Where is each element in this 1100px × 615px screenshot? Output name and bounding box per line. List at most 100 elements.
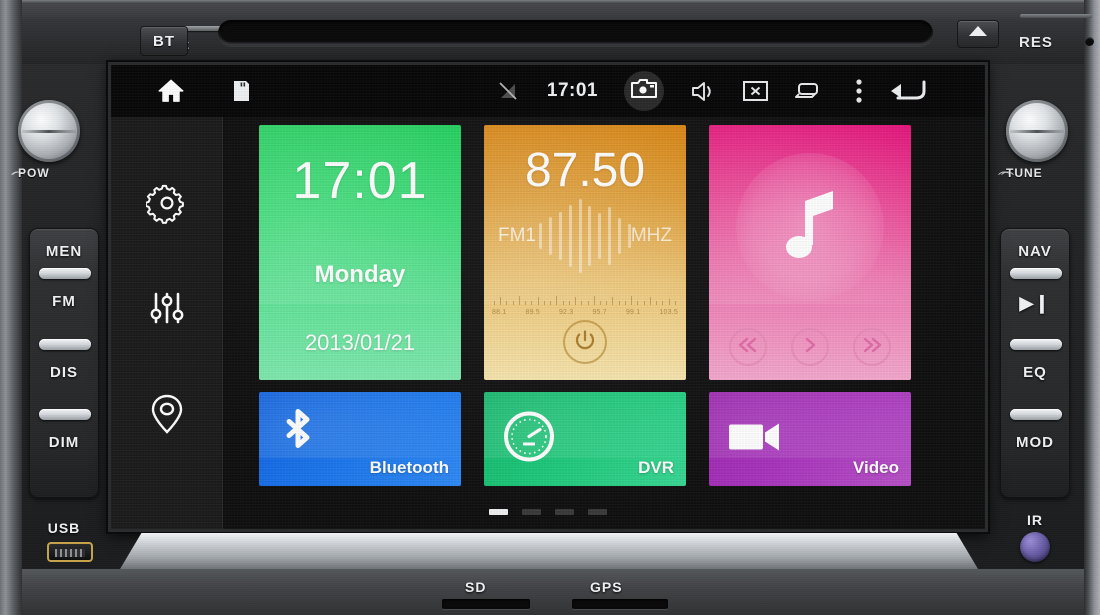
settings-button[interactable] [143,182,191,230]
right-button-stack: NAV ▶❙ EQ MOD [1000,228,1070,498]
chassis-right-bevel [1084,0,1100,615]
previous-button[interactable] [729,328,767,366]
reset-hole[interactable] [1085,37,1094,46]
button-key-men[interactable] [39,268,91,279]
clock-tile[interactable]: 17:01 Monday 2013/01/21 [259,125,461,380]
page-dot-2[interactable] [522,509,541,515]
play-button[interactable] [791,328,829,366]
bluetooth-hardware-button[interactable]: BT [140,26,188,56]
usb-label: USB [47,520,81,536]
video-tile[interactable]: Video [709,392,911,486]
video-camera-icon [727,419,783,460]
settings-icon [144,182,188,229]
button-key-eq[interactable] [1010,409,1062,420]
radio-tile[interactable]: 87.50 FM1 MHZ 88.1 89.5 92.3 95.7 99.1 1… [484,125,686,380]
button-key-play-pause[interactable] [1010,339,1062,350]
home-icon[interactable] [158,78,184,104]
button-label-mod: MOD [1016,434,1054,451]
volume-icon[interactable] [690,78,716,104]
scale-tick: 99.1 [625,309,641,316]
bluetooth-tile[interactable]: Bluetooth [259,392,461,486]
button-key-fm[interactable] [39,339,91,350]
camera-icon [631,78,657,104]
dvr-tile[interactable]: DVR [484,392,686,486]
location-pin-icon [148,393,186,440]
tile-grid: 17:01 Monday 2013/01/21 87.50 FM1 MHZ 88… [237,117,971,529]
gps-slot[interactable] [572,599,668,609]
clock-date: 2013/01/21 [304,330,416,355]
page-dot-3[interactable] [555,509,574,515]
ir-label: IR [1027,512,1043,528]
overflow-menu-icon[interactable] [846,78,872,104]
camera-button[interactable] [624,71,664,111]
tune-knob[interactable] [1002,96,1072,166]
music-disc [736,153,884,301]
radio-power-button[interactable] [563,320,607,364]
head-unit-chassis: MIC BT RES ⌒ ⌒ POW ⌒ ⌒ TUNE MEN FM DIS D… [0,0,1100,615]
next-button[interactable] [853,328,891,366]
equalizer-button[interactable] [143,287,191,335]
bluetooth-label: Bluetooth [369,458,449,477]
speedometer-icon [502,410,556,469]
page-dot-1[interactable] [489,509,508,515]
page-dot-4[interactable] [588,509,607,515]
tile-row-top: 17:01 Monday 2013/01/21 87.50 FM1 MHZ 88… [259,125,971,380]
next-icon [862,336,882,359]
status-bar-time: 17:01 [546,80,598,101]
scale-tick: 92.3 [558,309,574,316]
button-key-nav[interactable] [1010,268,1062,279]
equalizer-icon [147,288,187,333]
bottom-panel: SD GPS [22,569,1084,615]
scale-tick: 95.7 [592,309,607,316]
page-indicator [111,509,985,515]
signal-off-icon [495,78,521,104]
left-button-stack: MEN FM DIS DIM [29,228,99,498]
button-label-nav: NAV [1018,243,1052,260]
display-bezel: 17:01 17:01 Monday 2013/01/21 87.50 FM1 … [108,62,988,532]
disc-slot[interactable] [218,20,933,46]
bluetooth-icon [277,408,319,471]
scale-tick: 103.5 [659,309,678,316]
top-panel: MIC BT RES [22,4,1094,64]
radio-scale-labels: 88.1 89.5 92.3 95.7 99.1 103.5 [492,309,678,316]
radio-band: FM1 [498,225,536,246]
button-label-men: MEN [45,243,83,260]
music-tile[interactable] [709,125,911,380]
eject-icon [968,25,988,43]
usb-port[interactable] [47,542,93,562]
button-label-dim: DIM [48,434,80,451]
clock-weekday: Monday [314,261,406,288]
sd-card-icon[interactable] [228,78,254,104]
power-volume-knob[interactable] [14,96,84,166]
button-label-eq: EQ [1023,364,1047,381]
tile-row-bottom: Bluetooth DVR Video [259,380,971,486]
ir-sensor [1020,532,1050,562]
res-slot-strip [1020,14,1092,18]
power-icon [574,329,596,356]
scale-tick: 89.5 [525,309,540,316]
gps-slot-label: GPS [590,579,623,595]
video-label: Video [853,458,899,477]
eject-button[interactable] [957,20,999,48]
chrome-accent-bar [120,533,978,569]
radio-tuning-scale[interactable] [494,293,676,305]
sd-card-slot[interactable] [442,599,530,609]
music-transport-controls [709,328,911,366]
button-key-dis[interactable] [39,409,91,420]
sd-slot-label: SD [465,579,487,595]
app-rail [111,117,223,529]
radio-waveform-icon [539,197,631,275]
navigation-button[interactable] [143,392,191,440]
previous-icon [738,336,758,359]
play-icon [802,336,818,359]
reset-label: RES [1019,34,1053,51]
back-arrow-icon[interactable] [890,76,930,106]
close-box-icon[interactable] [742,78,768,104]
dvr-label: DVR [638,458,674,477]
radio-unit: MHZ [630,225,672,246]
recent-apps-icon[interactable] [794,78,820,104]
button-label-dis: DIS [49,364,78,381]
touchscreen-display[interactable]: 17:01 17:01 Monday 2013/01/21 87.50 FM1 … [111,65,985,529]
clock-time: 17:01 [292,152,428,210]
button-label-fm: FM [52,293,76,310]
